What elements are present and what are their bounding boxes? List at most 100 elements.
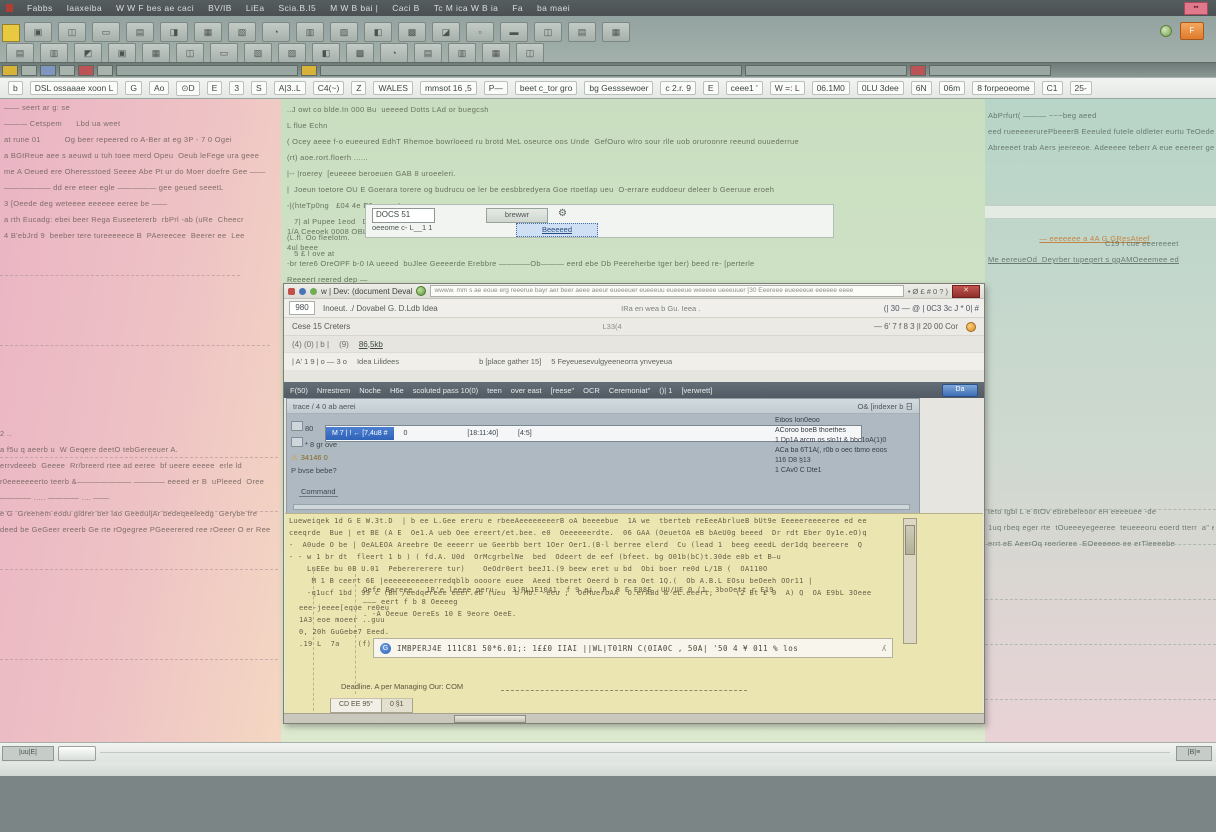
toolbar-icon[interactable]: ▥ <box>40 43 68 63</box>
window-menu-item[interactable]: F(50) <box>290 386 308 395</box>
toolbar-icon[interactable]: ◔ <box>262 22 290 42</box>
toolbar-icon[interactable]: ◫ <box>534 22 562 42</box>
format-control[interactable]: Z <box>351 81 366 95</box>
window-tab-label[interactable]: w | Dev: (document Deval <box>321 287 412 296</box>
toolbar-icon[interactable]: ◨ <box>160 22 188 42</box>
menu-item[interactable]: Caci B <box>392 3 419 13</box>
vertical-scrollbar[interactable]: 1 <box>903 518 917 644</box>
menu-item[interactable]: LiEa <box>246 3 265 13</box>
mini-chip-icon[interactable] <box>301 65 317 76</box>
format-control[interactable]: G <box>125 81 142 95</box>
close-button[interactable]: ▪▪ <box>1184 2 1208 15</box>
window-menu-item[interactable]: OCR <box>583 386 600 395</box>
format-control[interactable]: W =: L <box>770 81 805 95</box>
format-control[interactable]: S <box>251 81 267 95</box>
title-bar-icons[interactable]: • Ø £ # 0 ? ) <box>908 287 948 296</box>
command-link[interactable]: Command <box>299 487 338 497</box>
mini-chip-icon[interactable] <box>40 65 56 76</box>
toolbar-icon[interactable]: ▧ <box>228 22 256 42</box>
toolbar-icon[interactable]: ▦ <box>194 22 222 42</box>
toolbar-icon[interactable]: ▤ <box>126 22 154 42</box>
window-menu-item[interactable]: Noche <box>359 386 381 395</box>
format-control[interactable]: 06.1M0 <box>812 81 850 95</box>
menu-item[interactable]: M W B bai | <box>330 3 378 13</box>
row-icon[interactable]: (9) <box>339 340 349 349</box>
format-control[interactable]: 06m <box>939 81 966 95</box>
toolbar-icon[interactable]: ▥ <box>296 22 324 42</box>
scrollbar-left-icons[interactable]: |uu|E| <box>2 746 54 761</box>
toolbar-icon[interactable]: ▦ <box>602 22 630 42</box>
format-control[interactable]: DSL ossaaae xoon L <box>30 81 119 95</box>
format-control[interactable]: Ao <box>149 81 169 95</box>
horizontal-scrollbar[interactable] <box>284 713 984 723</box>
format-control[interactable]: 25- <box>1070 81 1092 95</box>
dialog-scrollbar[interactable] <box>293 504 910 510</box>
scrollbar-track[interactable] <box>100 752 1170 753</box>
toolbar-icon[interactable]: ▫ <box>466 22 494 42</box>
scrollbar-thumb[interactable] <box>454 715 526 723</box>
gear-icon[interactable]: ⚙ <box>558 208 567 219</box>
toolbar-icon[interactable]: ◧ <box>312 43 340 63</box>
toolbar-icon[interactable]: ▤ <box>6 43 34 63</box>
format-control[interactable]: 0LU 3dee <box>857 81 904 95</box>
toolbar-icon[interactable]: ◪ <box>432 22 460 42</box>
format-control[interactable]: mmsot 16 ,5 <box>420 81 477 95</box>
format-control[interactable]: ceee1 ' <box>726 81 763 95</box>
menu-item[interactable]: Iaaxeiba <box>67 3 102 13</box>
window-menu-item[interactable]: H6e <box>390 386 404 395</box>
mini-chip-icon[interactable] <box>59 65 75 76</box>
mini-button[interactable]: brewwr <box>486 208 548 223</box>
link-text[interactable]: Me eereueOd Deyrber tupegert s ggAMOeeem… <box>988 255 1179 264</box>
orange-tool-button[interactable]: F <box>1180 22 1204 40</box>
scrollbar-right-icons[interactable]: |B|≡ <box>1176 746 1212 761</box>
toolbar-icon[interactable]: ▤ <box>568 22 596 42</box>
window-menu-item[interactable]: over east <box>511 386 542 395</box>
menu-action-button[interactable]: Da <box>942 384 978 397</box>
address-bar-icons[interactable]: (| 30 — @ | 0C3 3c J * 0| # <box>884 304 979 313</box>
window-menu-item[interactable]: [verwrett] <box>681 386 712 395</box>
mini-chip-icon[interactable] <box>2 65 18 76</box>
warning-item[interactable]: 34146 0 <box>291 453 401 462</box>
row-icons[interactable]: (4) (0) | b | <box>292 340 329 349</box>
menu-item[interactable]: W W F bes ae caci <box>116 3 194 13</box>
docs-field[interactable]: DOCS 51 <box>372 208 435 223</box>
highlight-tool-icon[interactable] <box>2 24 20 42</box>
mini-chip-icon[interactable] <box>910 65 926 76</box>
format-control[interactable]: C4(~) <box>313 81 345 95</box>
scrollbar-thumb[interactable] <box>58 746 96 761</box>
format-control[interactable]: b <box>8 81 23 95</box>
zoom-level-box[interactable]: 980 <box>289 301 315 315</box>
menu-item[interactable]: Scia.B.I5 <box>278 3 316 13</box>
sheet-tab[interactable]: CD EE 95° <box>330 698 382 713</box>
toolbar-icon[interactable]: ◔ <box>380 43 408 63</box>
format-control[interactable]: 6N <box>911 81 932 95</box>
toolbar-icon[interactable]: ▧ <box>244 43 272 63</box>
toolbar-icon[interactable]: ◫ <box>516 43 544 63</box>
toolbar-icon[interactable]: ◫ <box>58 22 86 42</box>
toolbar-icon[interactable]: ▦ <box>482 43 510 63</box>
toolbar-icon[interactable]: ▣ <box>108 43 136 63</box>
selected-segment[interactable]: M 7 | ! ← [7,4u8 # <box>326 427 394 440</box>
mini-chip-icon[interactable] <box>78 65 94 76</box>
menu-item[interactable]: ba maei <box>537 3 570 13</box>
mini-chip-icon[interactable] <box>21 65 37 76</box>
menu-item[interactable]: BV/IB <box>208 3 232 13</box>
format-control[interactable]: WALES <box>373 81 412 95</box>
toolbar-icon[interactable]: ▣ <box>24 22 52 42</box>
toolbar-icon[interactable]: ▩ <box>346 43 374 63</box>
toolbar-icon[interactable]: ▭ <box>210 43 238 63</box>
window-menu-item[interactable]: ()| 1 <box>659 386 672 395</box>
filesize-link[interactable]: 86,5kb <box>359 340 383 349</box>
format-control[interactable]: E <box>207 81 223 95</box>
toolbar-icon[interactable]: ▭ <box>92 22 120 42</box>
toolbar-icon[interactable]: ▥ <box>448 43 476 63</box>
info-icons[interactable]: | A' 1 9 | o — 3 o <box>292 357 347 366</box>
window-menu-item[interactable]: [reese" <box>551 386 575 395</box>
sheet-tab[interactable]: 0 §1 <box>381 698 413 713</box>
format-control[interactable]: E <box>703 81 719 95</box>
toolbar-icon[interactable]: ◧ <box>364 22 392 42</box>
url-field[interactable]: wwww. mm s ae eoue erg reeerue bayr aer … <box>430 285 903 297</box>
menu-item[interactable]: Tc M ica W B ia <box>434 3 499 13</box>
window-menu-item[interactable]: scoluted pass 10(0) <box>413 386 478 395</box>
format-control[interactable]: beet c_tor gro <box>515 81 577 95</box>
